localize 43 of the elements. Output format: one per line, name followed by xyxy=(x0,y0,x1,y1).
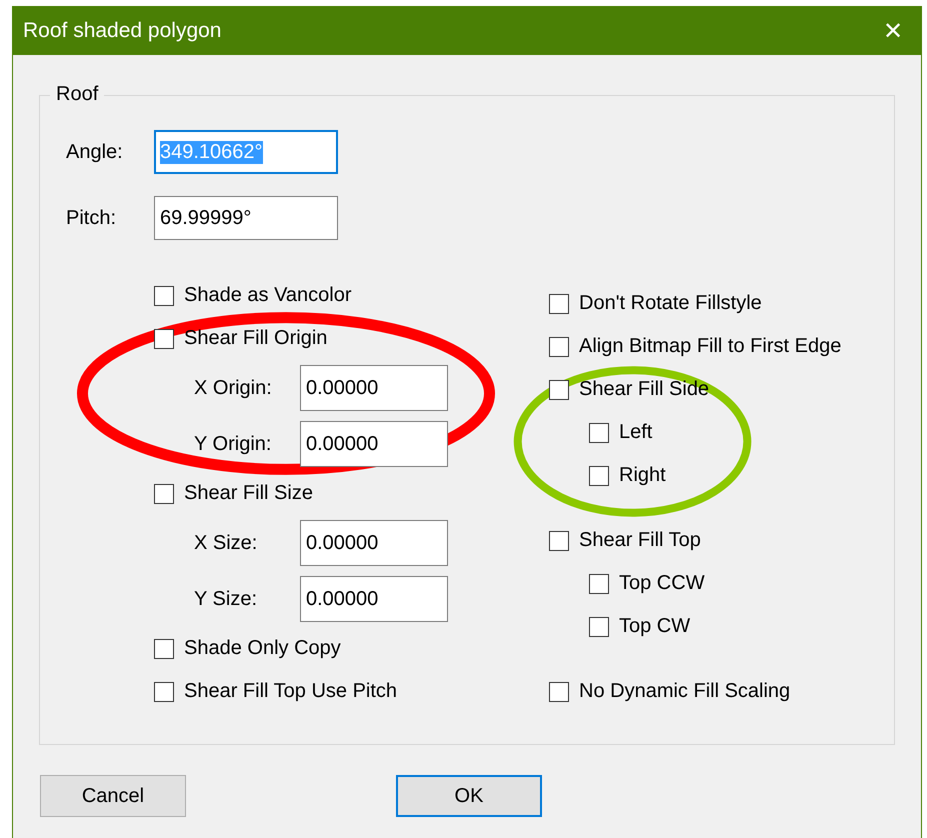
checkbox[interactable] xyxy=(589,466,609,486)
checkbox[interactable] xyxy=(549,682,569,702)
close-button[interactable]: ✕ xyxy=(875,16,911,46)
checkbox[interactable] xyxy=(154,682,174,702)
checkbox[interactable] xyxy=(154,638,174,658)
checkbox[interactable] xyxy=(589,616,609,636)
checkbox-label[interactable]: Shade Only Copy xyxy=(184,637,341,660)
field-label: X Size: xyxy=(194,532,258,554)
field-label: Y Size: xyxy=(194,588,258,610)
checkbox-label[interactable]: Shear Fill Top Use Pitch xyxy=(184,680,398,703)
input-field[interactable]: 0.00000 xyxy=(300,365,448,411)
checkbox[interactable] xyxy=(589,422,609,442)
checkbox-label[interactable]: Align Bitmap Fill to First Edge xyxy=(579,335,842,358)
field-label: Y Origin: xyxy=(194,432,272,456)
checkbox-label[interactable]: Shade as Vancolor xyxy=(184,284,352,307)
input-field[interactable]: 0.00000 xyxy=(300,576,448,622)
input-field[interactable]: 69.99999° xyxy=(154,196,338,240)
dialog-button[interactable]: Cancel xyxy=(40,775,186,817)
checkbox-label[interactable]: Don't Rotate Fillstyle xyxy=(579,292,762,315)
field-label: X Origin: xyxy=(194,376,273,400)
field-label: Pitch: xyxy=(66,206,118,230)
checkbox-label[interactable]: Shear Fill Top xyxy=(579,529,701,552)
input-field[interactable]: 0.00000 xyxy=(300,520,448,566)
checkbox[interactable] xyxy=(549,294,569,314)
window-title: Roof shaded polygon xyxy=(23,19,222,43)
checkbox[interactable] xyxy=(549,530,569,550)
checkbox[interactable] xyxy=(589,574,609,594)
input-field[interactable]: 0.00000 xyxy=(300,421,448,467)
checkbox-label[interactable]: Top CW xyxy=(619,615,690,638)
checkbox-label[interactable]: Left xyxy=(619,421,652,444)
checkbox[interactable] xyxy=(549,336,569,356)
checkbox[interactable] xyxy=(549,380,569,400)
checkbox-label[interactable]: No Dynamic Fill Scaling xyxy=(579,680,790,703)
checkbox[interactable] xyxy=(154,484,174,504)
checkbox-label[interactable]: Shear Fill Size xyxy=(184,482,313,505)
field-label: Angle: xyxy=(66,140,124,164)
checkbox[interactable] xyxy=(154,328,174,348)
checkbox-label[interactable]: Top CCW xyxy=(619,572,705,595)
checkbox[interactable] xyxy=(154,286,174,306)
dialog-button[interactable]: OK xyxy=(396,775,542,817)
checkbox-label[interactable]: Shear Fill Origin xyxy=(184,327,328,350)
checkbox-label[interactable]: Shear Fill Side xyxy=(579,378,710,401)
checkbox-label[interactable]: Right xyxy=(619,464,666,487)
